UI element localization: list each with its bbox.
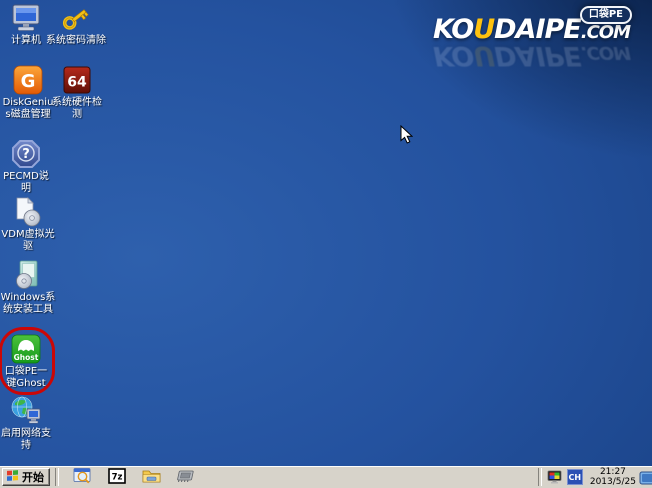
tray-date: 2013/5/25: [590, 477, 636, 487]
desktop-icon-vdm[interactable]: VDM虚拟光驱: [0, 197, 56, 253]
logo-reflection: KOUDAIPE.COM: [433, 38, 630, 69]
7z-icon: 7z: [108, 468, 126, 487]
tray-clock[interactable]: 21:27 2013/5/25: [590, 467, 636, 487]
desktop-icon-hardware-detect[interactable]: 64 系统硬件检测: [48, 65, 106, 121]
svg-text:64: 64: [67, 75, 87, 91]
taskbar-divider: [55, 468, 59, 486]
start-button[interactable]: 开始: [2, 468, 50, 486]
globe-computer-icon: [10, 396, 42, 426]
mouse-cursor: [400, 125, 413, 148]
question-octagon-icon: ?: [10, 139, 42, 169]
desktop-icon-pecmd-help[interactable]: ? PECMD说明: [0, 139, 52, 195]
desktop-icon-label: VDM虚拟光驱: [0, 229, 56, 253]
desktop-icon-label: 计算机: [11, 35, 41, 47]
computer-icon: [10, 3, 42, 33]
ghost-icon: Ghost: [10, 334, 42, 364]
system-tray: CH 21:27 2013/5/25: [538, 466, 652, 488]
desktop-icon-label: 启用网络支持: [0, 428, 52, 452]
tray-divider: [538, 468, 542, 486]
memory-tool-button[interactable]: [175, 468, 195, 486]
desktop-icon-label: 系统密码清除: [46, 35, 106, 47]
svg-text:G: G: [21, 71, 36, 92]
desktop-icon-label: 口袋PE一键Ghost: [0, 366, 52, 390]
pe-badge: 口袋PE: [580, 6, 632, 24]
tray-time: 21:27: [590, 467, 636, 477]
language-indicator[interactable]: CH: [567, 469, 583, 485]
folder-icon: [142, 468, 161, 487]
start-button-label: 开始: [22, 469, 44, 485]
chip-icon: [175, 468, 195, 486]
desktop-icon-ghost[interactable]: Ghost 口袋PE一键Ghost: [0, 334, 52, 390]
desktop-icon-network[interactable]: 启用网络支持: [0, 396, 52, 452]
tray-monitor-icon[interactable]: [639, 470, 652, 484]
svg-text:Ghost: Ghost: [14, 353, 39, 362]
desktop-icon-label: 系统硬件检测: [48, 97, 106, 121]
desktop-icon-label: Windows系统安装工具: [0, 292, 56, 316]
display-settings-tray-icon[interactable]: [547, 470, 564, 485]
screen: 口袋PE KOUDAIPE.COM KOUDAIPE.COM 计算机: [0, 0, 652, 488]
hw64-icon: 64: [61, 65, 93, 95]
7zip-button[interactable]: 7z: [107, 468, 127, 486]
desktop[interactable]: 口袋PE KOUDAIPE.COM KOUDAIPE.COM 计算机: [0, 0, 652, 466]
taskbar: 开始 7z: [0, 466, 652, 488]
page-disc-icon: [12, 197, 44, 227]
software-box-disc-icon: [12, 260, 44, 290]
file-manager-button[interactable]: [141, 468, 161, 486]
desktop-icon-windows-setup[interactable]: Windows系统安装工具: [0, 260, 56, 316]
windows-flag-icon: [6, 470, 19, 485]
magnifier-window-icon: [73, 467, 93, 487]
key-icon: [60, 3, 92, 33]
desktop-icon-password-clear[interactable]: 系统密码清除: [45, 3, 107, 47]
svg-text:7z: 7z: [112, 472, 123, 482]
desktop-icon-label: PECMD说明: [0, 171, 52, 195]
diskgenius-icon: G: [12, 65, 44, 95]
quick-launch-bar: 7z: [73, 468, 195, 486]
svg-text:?: ?: [22, 147, 30, 162]
koudaipe-logo: 口袋PE KOUDAIPE.COM KOUDAIPE.COM: [433, 16, 630, 69]
pe-utility-button[interactable]: [73, 468, 93, 486]
